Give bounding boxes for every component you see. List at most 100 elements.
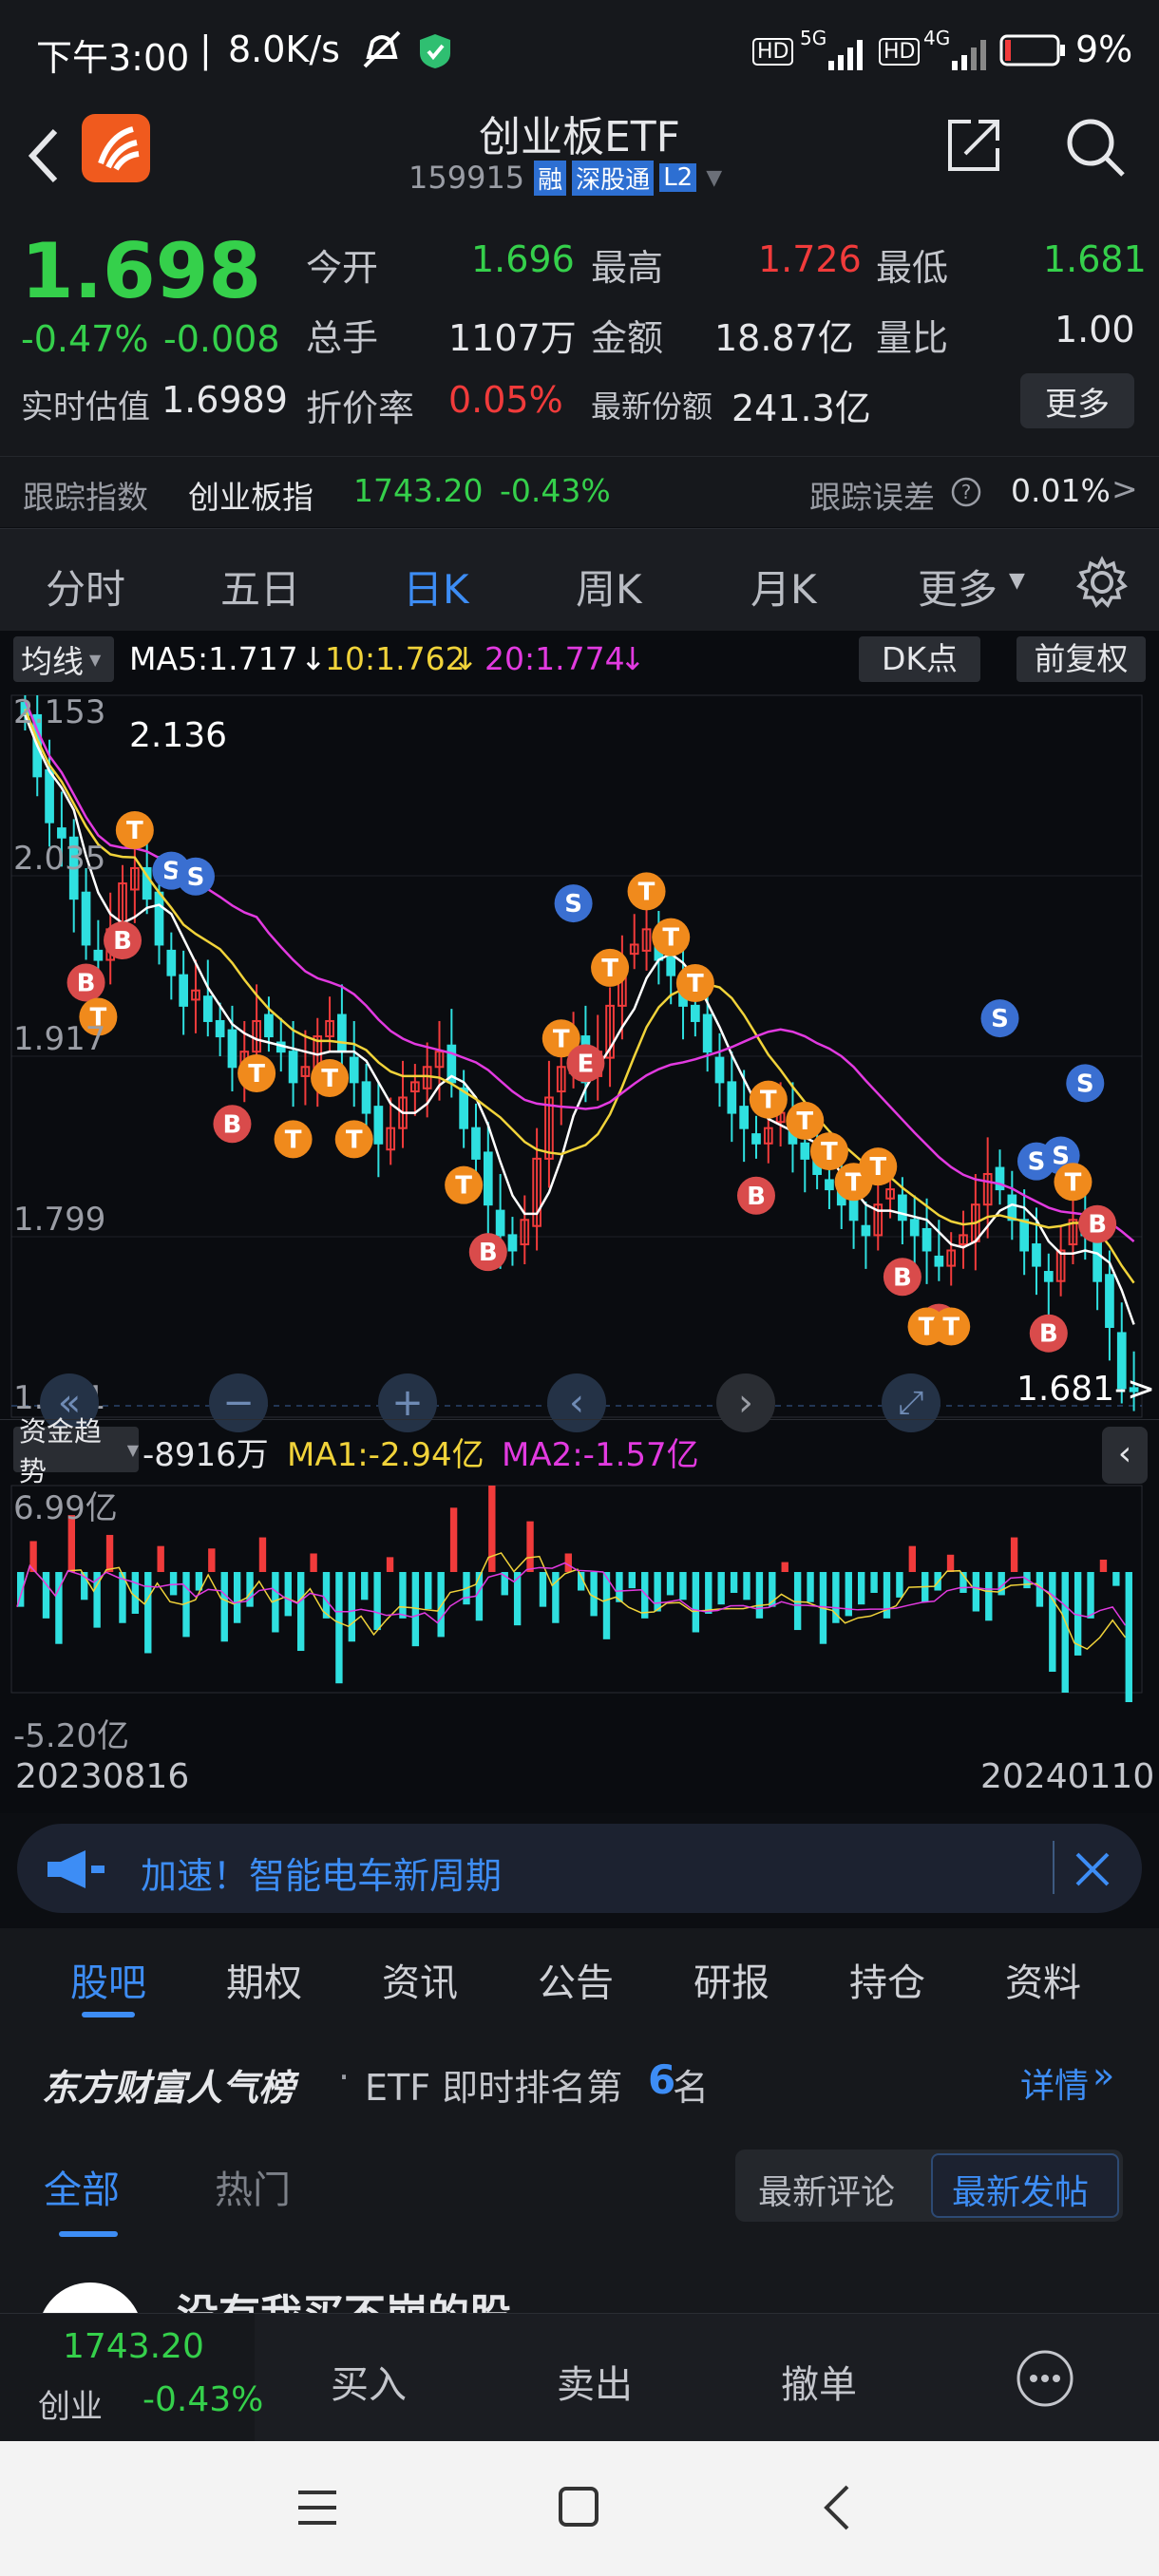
menu-icon[interactable] bbox=[294, 2487, 340, 2529]
track-error-label: 跟踪误差 bbox=[809, 479, 935, 516]
flow-bar bbox=[1125, 1572, 1132, 1702]
megaphone-icon bbox=[48, 1850, 104, 1888]
flow-bar bbox=[1049, 1572, 1056, 1673]
flow-bar bbox=[475, 1572, 484, 1621]
tab-monthly-k[interactable]: 月K bbox=[750, 558, 817, 616]
zoom-out-icon[interactable]: − bbox=[209, 1373, 268, 1432]
track-index-change: -0.43% bbox=[500, 472, 611, 509]
candle-body bbox=[288, 1051, 298, 1084]
scroll-right-icon[interactable]: › bbox=[716, 1373, 775, 1432]
close-icon[interactable] bbox=[1074, 1850, 1112, 1888]
min-price-label: 1.681-> bbox=[1016, 1370, 1156, 1409]
flow-bar bbox=[870, 1572, 878, 1593]
buy-marker-text: B bbox=[223, 1110, 242, 1139]
popularity-rank-row[interactable]: 东方财富人气榜 · ETF 即时排名第 6 名 详情 » bbox=[0, 2028, 1159, 2132]
flow-bar bbox=[335, 1572, 343, 1684]
flow-bar bbox=[781, 1562, 788, 1572]
t-marker-text: T bbox=[601, 955, 618, 983]
more-button[interactable]: 更多 bbox=[1020, 373, 1134, 428]
post-item[interactable]: 没有我买不崩的股 bbox=[0, 2246, 1159, 2313]
flow-bar bbox=[730, 1572, 738, 1593]
candle-body bbox=[495, 1209, 505, 1237]
t-marker-text: T bbox=[638, 878, 656, 906]
back-nav-icon[interactable] bbox=[819, 2483, 857, 2532]
tab-news[interactable]: 资讯 bbox=[382, 1952, 458, 2007]
e-marker-text: E bbox=[578, 1050, 595, 1078]
dk-point-button[interactable]: DK点 bbox=[859, 636, 980, 682]
sell-button[interactable]: 卖出 bbox=[557, 2354, 633, 2409]
rank-detail-link[interactable]: 详情 bbox=[1020, 2058, 1089, 2108]
sort-latest-post[interactable]: 最新发帖 bbox=[952, 2165, 1089, 2214]
tab-notices[interactable]: 公告 bbox=[538, 1952, 614, 2007]
flow-bar bbox=[679, 1572, 687, 1601]
collapse-panel-icon[interactable]: ‹ bbox=[1102, 1427, 1148, 1484]
price-tick-4: 1.799 bbox=[13, 1201, 106, 1239]
kline-svg[interactable]: BBBBBBBBBSSSSSSSSTTTTTTTTTTTTTTTTTTTTE bbox=[0, 686, 1159, 1702]
indicator-select[interactable]: 均线 ▼ bbox=[13, 636, 114, 682]
tab-five-day[interactable]: 五日 bbox=[220, 558, 300, 616]
promo-banner[interactable]: 加速！智能电车新周期 bbox=[17, 1824, 1142, 1913]
candle-body bbox=[739, 1106, 749, 1129]
tab-research[interactable]: 研报 bbox=[694, 1952, 770, 2007]
share-icon[interactable] bbox=[944, 114, 1005, 175]
flow-bar bbox=[705, 1572, 712, 1614]
back-icon[interactable] bbox=[25, 125, 63, 186]
signal-icon-2 bbox=[952, 40, 986, 70]
high-label: 最高 bbox=[591, 247, 664, 289]
tab-options[interactable]: 期权 bbox=[226, 1952, 302, 2007]
tab-daily-k[interactable]: 日K bbox=[403, 558, 469, 616]
help-icon[interactable]: ? bbox=[950, 476, 982, 508]
kline-chart-area: 均线 ▼ MA5:1.717 ↓ 10:1.762 ↓ 20:1.774 ↓ D… bbox=[0, 631, 1159, 1813]
cancel-order-button[interactable]: 撤单 bbox=[781, 2354, 857, 2409]
flow-indicator-select[interactable]: 资金趋势 ▼ bbox=[13, 1415, 139, 1487]
status-bar: 下午3:00 | 8.0K/s HD 5G HD 4G 9% bbox=[0, 0, 1159, 104]
flow-bar bbox=[169, 1572, 178, 1596]
candle-body bbox=[1043, 1271, 1054, 1282]
flow-bar bbox=[807, 1572, 814, 1602]
fullscreen-icon[interactable]: ⤢ bbox=[882, 1373, 940, 1432]
candle-body bbox=[227, 1029, 238, 1069]
buy-marker-text: B bbox=[1088, 1211, 1107, 1240]
adjust-button[interactable]: 前复权 bbox=[1016, 636, 1146, 682]
last-price: 1.698 bbox=[21, 227, 262, 315]
search-icon[interactable] bbox=[1062, 114, 1129, 180]
flow-bar bbox=[743, 1572, 750, 1601]
t-marker-text: T bbox=[942, 1313, 960, 1341]
flow-bar bbox=[437, 1572, 445, 1638]
content-tabs: 股吧 期权 资讯 公告 研报 持仓 资料 bbox=[0, 1928, 1159, 2028]
tab-holdings[interactable]: 持仓 bbox=[849, 1952, 925, 2007]
max-price-label: 2.136 bbox=[129, 716, 228, 755]
tracking-row[interactable]: 跟踪指数 创业板指 1743.20 -0.43% 跟踪误差 ? 0.01% > bbox=[0, 456, 1159, 527]
tab-guba[interactable]: 股吧 bbox=[70, 1952, 146, 2007]
candle-body bbox=[1105, 1274, 1114, 1328]
zoom-in-icon[interactable]: + bbox=[378, 1373, 437, 1432]
t-marker-text: T bbox=[346, 1126, 363, 1154]
buy-marker-text: B bbox=[1039, 1320, 1058, 1349]
filter-hot[interactable]: 热门 bbox=[215, 2159, 291, 2214]
tab-weekly-k[interactable]: 周K bbox=[576, 558, 642, 616]
tab-profile[interactable]: 资料 bbox=[1005, 1952, 1081, 2007]
dropdown-icon[interactable]: ▼ bbox=[706, 166, 722, 190]
candle-body bbox=[81, 891, 91, 946]
sell-marker-text: S bbox=[1076, 1070, 1094, 1098]
app-header: 创业板ETF 159915 融 深股通 L2 ▼ bbox=[0, 104, 1159, 214]
tab-intraday[interactable]: 分时 bbox=[46, 558, 125, 616]
sort-latest-comment[interactable]: 最新评论 bbox=[758, 2165, 895, 2214]
filter-all[interactable]: 全部 bbox=[44, 2159, 120, 2214]
flow-bar bbox=[208, 1548, 216, 1572]
home-icon[interactable] bbox=[557, 2485, 600, 2529]
date-start: 20230816 bbox=[15, 1757, 190, 1796]
price-tick-1: 2.153 bbox=[13, 693, 106, 731]
app-logo bbox=[82, 114, 150, 182]
shield-icon bbox=[420, 34, 450, 68]
settings-gear-icon[interactable] bbox=[1075, 556, 1129, 609]
index-mini-quote[interactable]: 1743.20 创业 -0.43% bbox=[0, 2314, 263, 2442]
buy-button[interactable]: 买入 bbox=[331, 2354, 407, 2409]
ratio-label: 量比 bbox=[876, 317, 949, 359]
scroll-left-icon[interactable]: ‹ bbox=[547, 1373, 606, 1432]
more-options-icon[interactable] bbox=[1015, 2348, 1075, 2409]
buy-marker-text: B bbox=[893, 1263, 912, 1292]
tab-more[interactable]: 更多 bbox=[918, 558, 998, 616]
badge-l2: L2 bbox=[659, 163, 697, 192]
flow-bar bbox=[361, 1572, 369, 1601]
